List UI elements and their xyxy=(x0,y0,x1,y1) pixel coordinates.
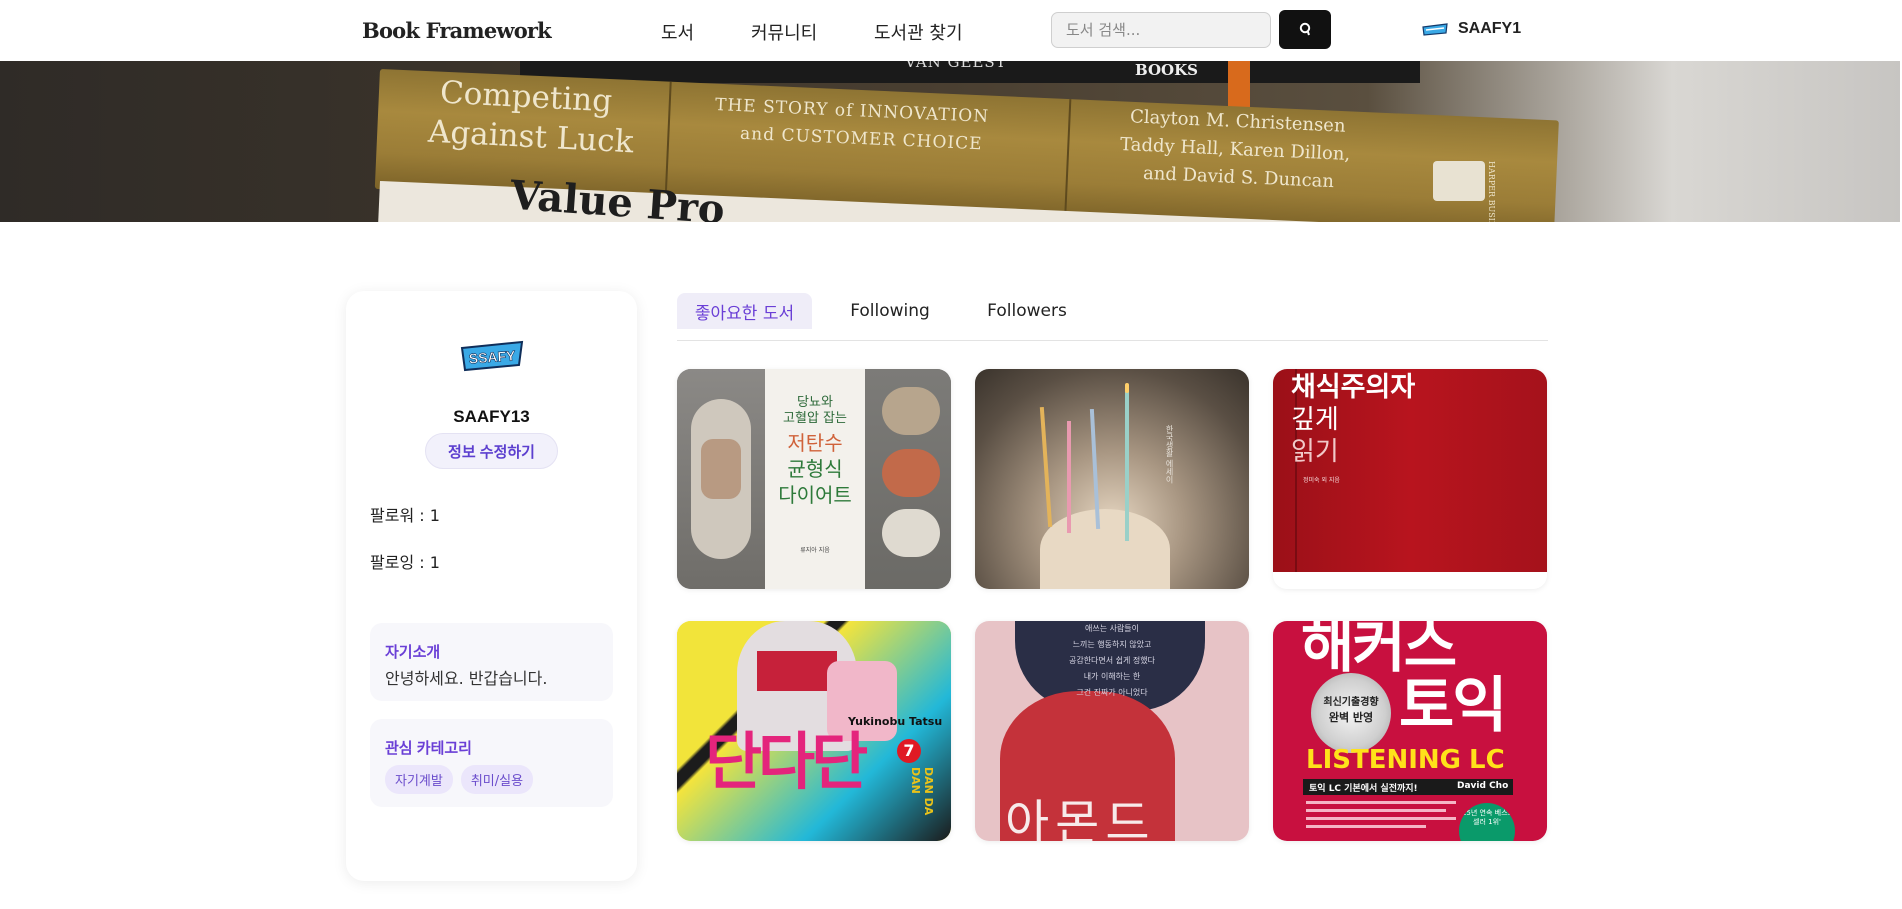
search-button[interactable] xyxy=(1279,10,1331,49)
category-box: 관심 카테고리 자기계발 취미/실용 xyxy=(370,719,613,807)
user-name: SAAFY1 xyxy=(1458,20,1522,37)
hero-banner: VAN GEEST BOOKS Competing Against Luck T… xyxy=(0,61,1900,222)
book-card[interactable]: 한국생활 에세이 xyxy=(975,369,1249,589)
followers-count[interactable]: 팔로워 : 1 xyxy=(370,502,440,526)
user-avatar-icon xyxy=(1422,23,1448,36)
profile-name: SAAFY13 xyxy=(453,407,530,426)
intro-title: 자기소개 xyxy=(385,644,441,661)
nav-community[interactable]: 커뮤니티 xyxy=(751,19,817,45)
category-tag[interactable]: 취미/실용 xyxy=(460,765,534,794)
book-card[interactable]: 당뇨와 고혈압 잡는 저탄수 균형식 다이어트 류지아 지음 xyxy=(677,369,951,589)
tab-following[interactable]: Following xyxy=(840,293,940,329)
profile-card: SSAFY SAAFY13 정보 수정하기 팔로워 : 1 팔로잉 : 1 자기… xyxy=(346,291,637,881)
search-input[interactable] xyxy=(1051,12,1271,48)
nav-find-library[interactable]: 도서관 찾기 xyxy=(874,19,963,45)
edit-profile-button[interactable]: 정보 수정하기 xyxy=(425,433,558,469)
search-icon xyxy=(1299,22,1311,35)
svg-text:SSAFY: SSAFY xyxy=(468,347,516,366)
brand-logo[interactable]: Book Framework xyxy=(362,18,552,43)
profile-avatar: SSAFY xyxy=(460,340,524,372)
following-count[interactable]: 팔로잉 : 1 xyxy=(370,549,440,573)
intro-text: 안녕하세요. 반갑습니다. xyxy=(385,669,548,688)
category-tag[interactable]: 자기계발 xyxy=(385,765,453,794)
publisher-seal-icon xyxy=(1433,161,1485,201)
profile-tabs: 좋아요한 도서 Following Followers xyxy=(677,291,1548,341)
category-title: 관심 카테고리 xyxy=(385,740,472,757)
user-menu[interactable]: SAAFY1 xyxy=(1422,20,1521,38)
intro-box: 자기소개 안녕하세요. 반갑습니다. xyxy=(370,623,613,701)
tab-liked-books[interactable]: 좋아요한 도서 xyxy=(677,293,812,329)
nav-books[interactable]: 도서 xyxy=(661,19,694,45)
tab-followers[interactable]: Followers xyxy=(968,293,1086,329)
navbar: Book Framework 도서 커뮤니티 도서관 찾기 SAAFY1 xyxy=(0,0,1902,61)
book-card[interactable]: 애쓰는 사람들이 느끼는 행동하지 않았고 공감한다면서 쉽게 정했다 내가 이… xyxy=(975,621,1249,841)
book-card[interactable]: 단다단 Yukinobu Tatsu 7 DAN DA DAN xyxy=(677,621,951,841)
book-card[interactable]: 해커스 토익 최신기출경향 완벽 반영 LISTENING LC 토익 LC 기… xyxy=(1273,621,1547,841)
book-card[interactable]: 채식주의자 깊게 읽기 정미숙 외 지음 xyxy=(1273,369,1547,589)
